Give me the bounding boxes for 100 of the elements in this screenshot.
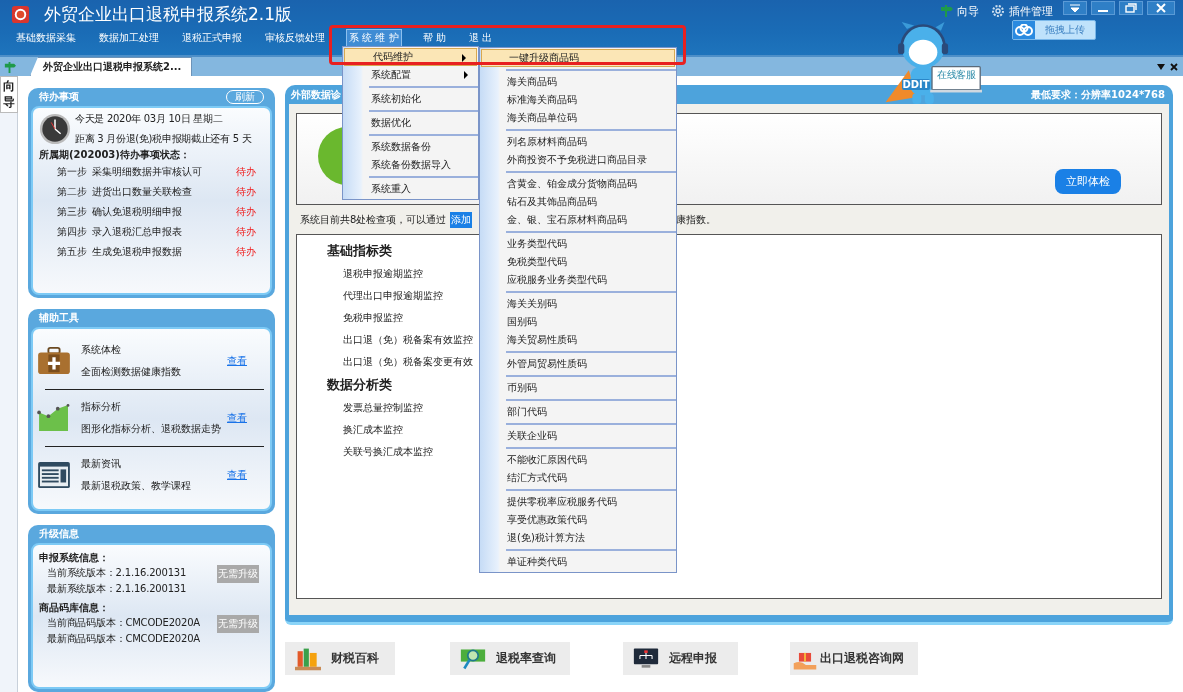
menu-item[interactable]: 基础数据采集: [14, 29, 78, 46]
menu-item[interactable]: 金、银、宝石原材料商品码: [480, 211, 676, 229]
area-chart-icon: [37, 403, 71, 432]
menu-item[interactable]: 系统初始化: [343, 90, 478, 108]
mascot-badge-text: DDIT: [902, 79, 930, 90]
browser-window-icon: [37, 460, 71, 489]
app-logo-icon: [11, 5, 30, 24]
magnifier-icon: [460, 646, 486, 671]
menu-item[interactable]: 标准海关商品码: [480, 91, 676, 109]
close-icon[interactable]: [1170, 63, 1178, 71]
menu-item[interactable]: 免税类型代码: [480, 253, 676, 271]
menu-item[interactable]: 退税正式申报: [180, 29, 244, 46]
close-icon: [1156, 3, 1166, 13]
menu-item[interactable]: 海关商品单位码: [480, 109, 676, 127]
period-heading: 所属期(202003)待办事项状态：: [39, 148, 191, 162]
menu-item[interactable]: 含黄金、铂金成分货物商品码: [480, 175, 676, 193]
menu-item[interactable]: 系统配置: [343, 66, 478, 84]
deadline-text: 距离 3 月份退(免)税申报期截止还有 5 天: [75, 132, 252, 146]
menu-item[interactable]: 数据加工处理: [97, 29, 161, 46]
section-heading: 申报系统信息：: [39, 552, 109, 564]
panel-title: 升级信息: [39, 527, 79, 542]
menu-item[interactable]: 系统重入: [343, 180, 478, 198]
version-text: 最新系统版本：2.1.16.200131: [47, 582, 188, 597]
menu-item[interactable]: 单证种类代码: [480, 553, 676, 571]
category-heading: 基础指标类: [327, 242, 392, 260]
step-status: 待办: [236, 165, 256, 179]
step-label: 第三步: [57, 205, 87, 219]
menu-item[interactable]: 退 出: [466, 29, 494, 46]
menu-item[interactable]: 外商投资不予免税进口商品目录: [480, 151, 676, 169]
requirement-text: 最低要求：分辨率1024*768: [1031, 87, 1165, 102]
menu-item[interactable]: 退(免)税计算方法: [480, 529, 676, 547]
restore-button[interactable]: [1119, 1, 1143, 15]
menu-item[interactable]: 列名原材料商品码: [480, 133, 676, 151]
panel-title: 待办事项: [39, 90, 79, 104]
menu-item[interactable]: 外管局贸易性质码: [480, 355, 676, 373]
menu-item[interactable]: 结汇方式代码: [480, 469, 676, 487]
title-action-link[interactable]: 插件管理: [1009, 4, 1053, 19]
submenu-arrow-icon: [464, 71, 468, 79]
check-item: 免税申报监控: [342, 311, 403, 325]
menu-item[interactable]: 海关关别码: [480, 295, 676, 313]
step-label: 第一步: [57, 165, 87, 179]
menu-item[interactable]: 帮 助: [420, 29, 448, 46]
menu-item[interactable]: 业务类型代码: [480, 235, 676, 253]
menu-item[interactable]: 系统数据备份: [343, 138, 478, 156]
menu-item[interactable]: 海关商品码: [480, 73, 676, 91]
tool-name: 最新资讯: [81, 456, 122, 471]
menu-item[interactable]: 不能收汇原因代码: [480, 451, 676, 469]
minimize-button[interactable]: [1091, 1, 1115, 15]
document-tab[interactable]: 外贸企业出口退税申报系统2...: [30, 57, 193, 76]
dropdown-button[interactable]: [1063, 1, 1087, 15]
monitor-icon: [633, 646, 659, 671]
summary-text: 系统目前共8处检查项，可以通过: [300, 212, 447, 227]
shortcut-button[interactable]: 远程申报: [623, 642, 738, 675]
clock-icon: [39, 113, 71, 145]
view-link[interactable]: 查看: [227, 410, 247, 425]
caret-icon[interactable]: [1157, 63, 1165, 71]
menu-item[interactable]: 国别码: [480, 313, 676, 331]
section-heading: 商品码库信息：: [39, 602, 109, 614]
menu-item[interactable]: 系 统 维 护: [346, 28, 402, 47]
tool-description: 最新退税政策、教学课程: [81, 478, 192, 493]
first-aid-kit-icon: [37, 346, 71, 375]
menu-item[interactable]: 部门代码: [480, 403, 676, 421]
step-task: 进货出口数量关联检查: [92, 185, 193, 199]
step-status: 待办: [236, 205, 256, 219]
menu-item[interactable]: 享受优惠政策代码: [480, 511, 676, 529]
menu-item[interactable]: 币别码: [480, 379, 676, 397]
step-task: 录入退税汇总申报表: [92, 225, 183, 239]
shortcut-button[interactable]: 财税百科: [285, 642, 395, 675]
add-button[interactable]: 添加: [450, 211, 473, 228]
tool-name: 系统体检: [81, 342, 122, 357]
menu-item[interactable]: 关联企业码: [480, 427, 676, 445]
view-link[interactable]: 查看: [227, 353, 247, 368]
side-tab[interactable]: 向导: [0, 76, 18, 114]
step-status: 待办: [236, 245, 256, 259]
cloud-icon: [1015, 24, 1033, 36]
panel-title: 外部数据诊: [291, 87, 341, 102]
settings-icon[interactable]: [991, 4, 1005, 18]
check-now-button[interactable]: 立即体检: [1055, 169, 1121, 194]
tool-description: 全面检测数据健康指数: [81, 364, 182, 379]
menu-item[interactable]: 应税服务业务类型代码: [480, 271, 676, 289]
menu-item[interactable]: 系统备份数据导入: [343, 156, 478, 174]
menu-item[interactable]: 钻石及其饰品商品码: [480, 193, 676, 211]
menu-item[interactable]: 数据优化: [343, 114, 478, 132]
title-action-link[interactable]: 向导: [957, 4, 979, 19]
shortcut-button[interactable]: 退税率查询: [450, 642, 570, 675]
version-text: 最新商品码版本：CMCODE2020A: [47, 632, 201, 647]
window-title: 外贸企业出口退税申报系统2.1版: [44, 3, 293, 26]
submenu-arrow-icon: [462, 54, 466, 62]
close-button[interactable]: [1147, 1, 1175, 15]
menu-item[interactable]: 海关贸易性质码: [480, 331, 676, 349]
view-link[interactable]: 查看: [227, 467, 247, 482]
check-item: 出口退（免）税备案变更有效: [342, 355, 473, 369]
step-label: 第四步: [57, 225, 87, 239]
shortcut-button[interactable]: 出口退税咨询网: [790, 642, 918, 675]
menu-item[interactable]: 提供零税率应税服务代码: [480, 493, 676, 511]
check-item: 关联号换汇成本监控: [342, 445, 433, 459]
tool-name: 指标分析: [81, 399, 122, 414]
menu-item[interactable]: 审核反馈处理: [263, 29, 327, 46]
panel-title: 辅助工具: [39, 310, 79, 325]
version-text: 当前系统版本：2.1.16.200131: [47, 566, 188, 581]
